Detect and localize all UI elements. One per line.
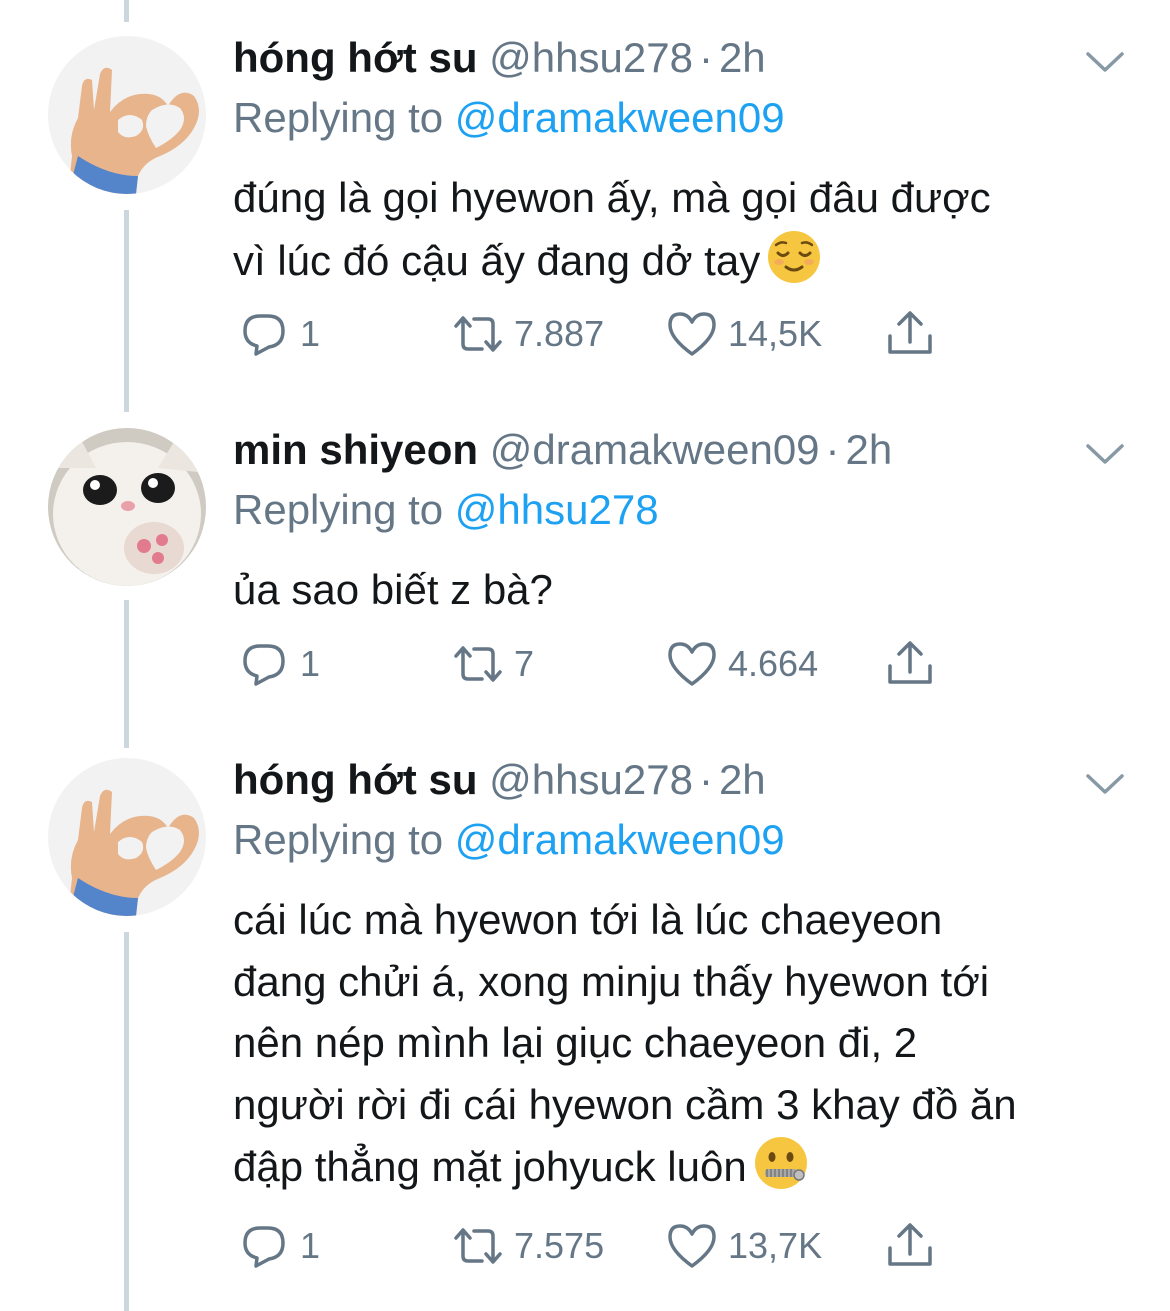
avatar[interactable] [48, 36, 206, 194]
tweet-header: hóng hớt su @hhsu278 · 2h [233, 30, 766, 86]
tweet[interactable]: hóng hớt su @hhsu278 · 2h Replying to @dra… [0, 30, 1170, 370]
retweet-icon [452, 1220, 504, 1272]
mention-link[interactable]: @hhsu278 [455, 486, 659, 533]
replying-to: Replying to @dramakween09 [233, 90, 785, 146]
mention-link[interactable]: @dramakween09 [455, 816, 785, 863]
relieved-face-icon [766, 229, 822, 285]
share-button[interactable] [884, 304, 936, 364]
author-handle[interactable]: @hhsu278 [489, 34, 693, 81]
mention-link[interactable]: @dramakween09 [455, 94, 785, 141]
tweet-text-line: đúng là gọi hyewon ấy, mà gọi đâu được [233, 174, 991, 221]
tweet-actions: 1 7.887 14,5K [0, 304, 1170, 364]
author-name[interactable]: min shiyeon [233, 426, 478, 473]
tweet-text: ủa sao biết z bà? [233, 559, 1133, 621]
tweet[interactable]: hóng hớt su @hhsu278 · 2h Replying to @dra… [0, 752, 1170, 1292]
tweet-text-line: đang chửi á, xong minju thấy hyewon tới [233, 957, 990, 1005]
replying-to: Replying to @hhsu278 [233, 482, 659, 538]
thread-line [124, 0, 129, 22]
replying-to: Replying to @dramakween09 [233, 812, 785, 868]
reply-count: 1 [300, 313, 321, 354]
tweet-text-line: người rời đi cái hyewon cầm 3 khay đồ ăn [233, 1080, 1017, 1128]
reply-count: 1 [300, 1225, 321, 1266]
replying-label: Replying to [233, 816, 444, 863]
reply-icon [238, 638, 290, 690]
reply-icon [238, 1220, 290, 1272]
tweet[interactable]: min shiyeon @dramakween09 · 2h Replying to… [0, 422, 1170, 702]
tweet-header: hóng hớt su @hhsu278 · 2h [233, 752, 766, 808]
retweet-count: 7.887 [514, 313, 605, 354]
retweet-icon [452, 638, 504, 690]
share-icon [884, 1220, 936, 1272]
zipper-mouth-face-icon [753, 1135, 809, 1191]
like-button[interactable]: 13,7K [666, 1216, 822, 1276]
author-handle[interactable]: @dramakween09 [490, 426, 820, 473]
reply-count: 1 [300, 643, 321, 684]
separator: · [698, 34, 713, 81]
retweet-button[interactable]: 7.887 [452, 304, 604, 364]
replying-label: Replying to [233, 94, 444, 141]
avatar[interactable] [48, 758, 206, 916]
like-count: 14,5K [728, 313, 823, 354]
chevron-down-icon[interactable] [1082, 436, 1128, 472]
tweet-text: đúng là gọi hyewon ấy, mà gọi đâu được v… [233, 167, 1133, 291]
like-icon [666, 638, 718, 690]
retweet-icon [452, 308, 504, 360]
reply-button[interactable]: 1 [238, 634, 320, 694]
timestamp[interactable]: 2h [719, 34, 766, 81]
retweet-button[interactable]: 7 [452, 634, 534, 694]
like-count: 13,7K [728, 1225, 823, 1266]
retweet-count: 7 [514, 643, 535, 684]
replying-label: Replying to [233, 486, 444, 533]
hand-heart-avatar-icon [48, 36, 206, 194]
retweet-count: 7.575 [514, 1225, 605, 1266]
share-icon [884, 638, 936, 690]
retweet-button[interactable]: 7.575 [452, 1216, 604, 1276]
like-icon [666, 1220, 718, 1272]
like-count: 4.664 [728, 643, 819, 684]
timestamp[interactable]: 2h [719, 756, 766, 803]
like-icon [666, 308, 718, 360]
like-button[interactable]: 14,5K [666, 304, 822, 364]
tweet-text-line: cái lúc mà hyewon tới là lúc chaeyeon [233, 896, 943, 943]
separator: · [698, 756, 713, 803]
chevron-down-icon[interactable] [1082, 44, 1128, 80]
tweet-actions: 1 7 4.664 [0, 634, 1170, 694]
like-button[interactable]: 4.664 [666, 634, 818, 694]
share-button[interactable] [884, 1216, 936, 1276]
tweet-text-line: ủa sao biết z bà? [233, 566, 553, 613]
tweet-text-line: đập thẳng mặt johyuck luôn [233, 1135, 1133, 1198]
crying-cat-avatar-icon [48, 428, 206, 586]
reply-button[interactable]: 1 [238, 304, 320, 364]
author-name[interactable]: hóng hớt su [233, 34, 477, 81]
separator: · [825, 426, 840, 473]
avatar[interactable] [48, 428, 206, 586]
author-name[interactable]: hóng hớt su [233, 756, 477, 803]
tweet-actions: 1 7.575 13,7K [0, 1216, 1170, 1276]
share-button[interactable] [884, 634, 936, 694]
tweet-text-line: vì lúc đó cậu ấy đang dở tay [233, 229, 1133, 292]
timestamp[interactable]: 2h [846, 426, 893, 473]
reply-icon [238, 308, 290, 360]
tweet-header: min shiyeon @dramakween09 · 2h [233, 422, 892, 478]
tweet-text-line: nên nép mình lại giục chaeyeon đi, 2 [233, 1019, 918, 1066]
chevron-down-icon[interactable] [1082, 766, 1128, 802]
tweet-text: cái lúc mà hyewon tới là lúc chaeyeon đa… [233, 889, 1133, 1198]
share-icon [884, 308, 936, 360]
hand-heart-avatar-icon [48, 758, 206, 916]
author-handle[interactable]: @hhsu278 [489, 756, 693, 803]
reply-button[interactable]: 1 [238, 1216, 320, 1276]
